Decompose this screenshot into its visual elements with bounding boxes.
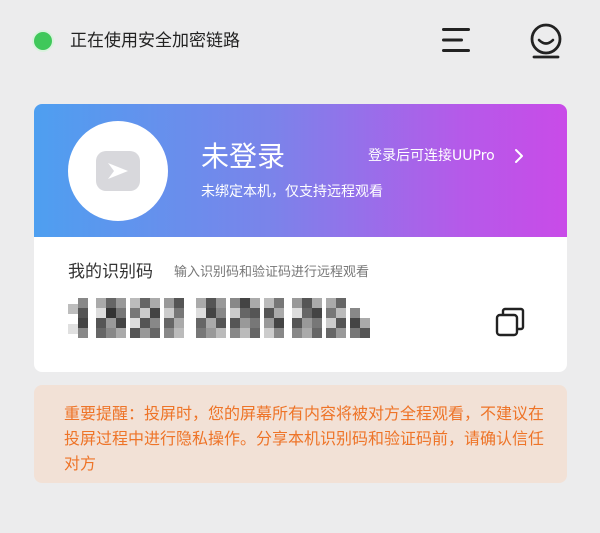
app-logo xyxy=(68,121,168,221)
privacy-warning-text: 重要提醒：投屏时，您的屏幕所有内容将被对方全程观看，不建议在投屏过程中进行隐私操… xyxy=(64,404,545,473)
identity-code-label: 我的识别码 xyxy=(68,262,153,282)
top-bar: 正在使用安全加密链路 xyxy=(0,0,600,82)
play-logo-icon xyxy=(96,151,140,191)
login-status-subtitle: 未绑定本机，仅支持远程观看 xyxy=(201,184,383,200)
login-link[interactable]: 登录后可连接UUPro xyxy=(368,145,495,167)
identity-code-hint: 输入识别码和验证码进行远程观看 xyxy=(174,265,370,280)
secure-status-indicator xyxy=(34,32,52,50)
copy-icon[interactable] xyxy=(494,306,526,338)
privacy-warning-box: 重要提醒：投屏时，您的屏幕所有内容将被对方全程观看，不建议在投屏过程中进行隐私操… xyxy=(34,385,567,483)
secure-status-text: 正在使用安全加密链路 xyxy=(70,31,240,51)
chevron-right-icon[interactable] xyxy=(513,148,525,164)
menu-icon[interactable] xyxy=(440,26,472,54)
device-card: 未登录 未绑定本机，仅支持远程观看 登录后可连接UUPro 我的识别码 输入识别… xyxy=(34,104,567,372)
avatar-icon[interactable] xyxy=(528,22,564,60)
account-banner[interactable]: 未登录 未绑定本机，仅支持远程观看 登录后可连接UUPro xyxy=(34,104,567,237)
identity-code-pixelated xyxy=(68,298,370,338)
login-status-title: 未登录 xyxy=(201,140,286,173)
